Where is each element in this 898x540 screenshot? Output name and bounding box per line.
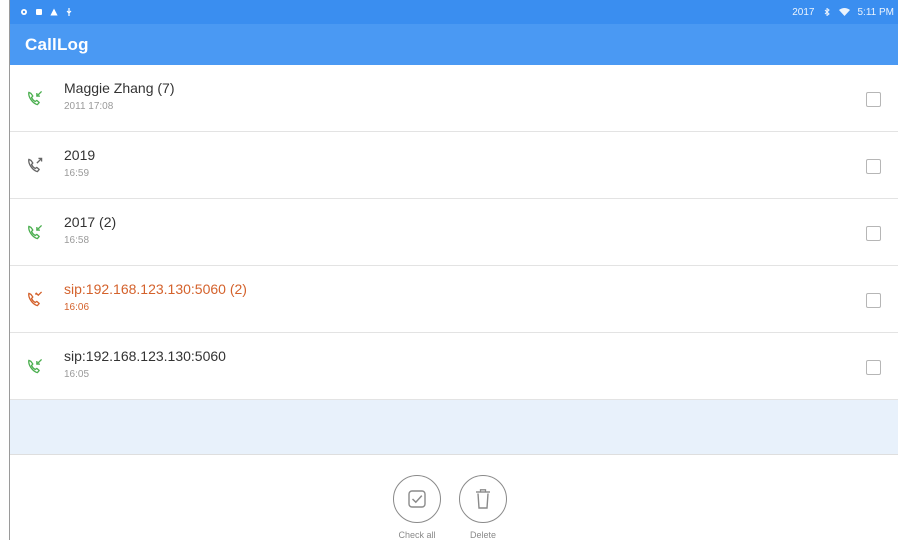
- check-all-label: Check all: [398, 530, 436, 540]
- row-checkbox[interactable]: [866, 92, 881, 107]
- app-title: CallLog: [25, 34, 89, 54]
- call-time: 16:58: [64, 235, 90, 246]
- row-checkbox[interactable]: [866, 226, 881, 241]
- row-checkbox[interactable]: [866, 159, 881, 174]
- call-log-row[interactable]: Maggie Zhang (7) 2011 17:08: [10, 65, 898, 132]
- status-icons-right: 2017 5:11 PM: [792, 7, 898, 18]
- check-all-icon: [408, 490, 426, 508]
- call-log-row[interactable]: 2019 16:59: [10, 132, 898, 199]
- wifi-icon: [838, 8, 850, 16]
- trash-icon: [476, 489, 490, 509]
- status-right-text: 2017: [792, 6, 815, 18]
- status-bar: 2017 5:11 PM: [10, 0, 898, 24]
- incoming-call-icon: [28, 358, 43, 374]
- bottom-action-bar: Check all Delete: [10, 455, 898, 540]
- check-all-button[interactable]: Check all: [387, 475, 447, 540]
- status-icons-left: [10, 8, 73, 16]
- sd-card-icon: [36, 9, 42, 15]
- caller-name: 2019: [64, 147, 96, 163]
- call-time: 16:05: [64, 369, 90, 380]
- calllog-screen: 2017 5:11 PM CallLog Maggie Zhang (7) 20…: [9, 0, 898, 540]
- row-checkbox[interactable]: [866, 360, 881, 375]
- check-all-circle[interactable]: [393, 475, 441, 523]
- caller-name: sip:192.168.123.130:5060: [64, 348, 226, 364]
- app-bar: CallLog: [10, 24, 898, 65]
- caller-name: sip:192.168.123.130:5060 (2): [64, 281, 247, 297]
- incoming-call-icon: [28, 224, 43, 240]
- caller-name: Maggie Zhang (7): [64, 80, 175, 96]
- warning-icon: [50, 8, 58, 16]
- selection-highlight: [10, 400, 898, 455]
- row-checkbox[interactable]: [866, 293, 881, 308]
- missed-call-icon: [28, 291, 43, 307]
- delete-label: Delete: [469, 530, 496, 540]
- call-time: 16:59: [64, 168, 90, 179]
- outgoing-call-icon: [28, 157, 43, 173]
- status-clock: 5:11 PM: [857, 6, 895, 18]
- delete-button[interactable]: Delete: [453, 475, 513, 540]
- call-log-row[interactable]: sip:192.168.123.130:5060 16:05: [10, 333, 898, 400]
- incoming-call-icon: [28, 90, 43, 106]
- bluetooth-icon: [824, 8, 830, 16]
- call-time: 16:06: [64, 302, 90, 313]
- call-time: 2011 17:08: [64, 101, 114, 112]
- call-log-row[interactable]: 2017 (2) 16:58: [10, 199, 898, 266]
- call-log-row[interactable]: sip:192.168.123.130:5060 (2) 16:06: [10, 266, 898, 333]
- usb-icon: [66, 8, 72, 16]
- delete-circle[interactable]: [459, 475, 507, 523]
- caller-name: 2017 (2): [64, 214, 117, 230]
- call-log-list: Maggie Zhang (7) 2011 17:08 2019 16:59 2…: [10, 65, 898, 400]
- notification-icon: [21, 9, 27, 15]
